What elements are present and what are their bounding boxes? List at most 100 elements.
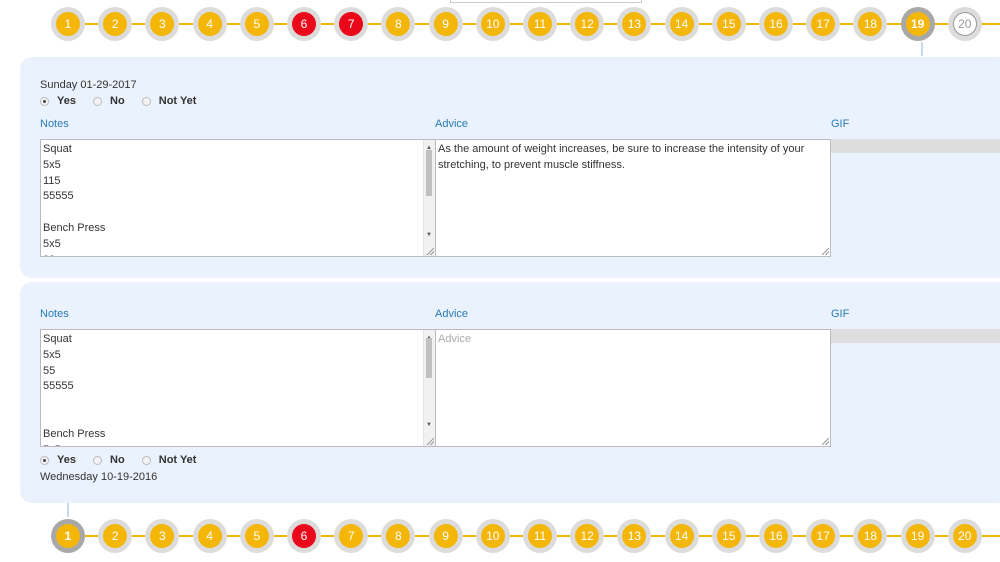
scroll-thumb[interactable] <box>426 338 432 378</box>
completion-radio-group: Yes No Not Yet <box>40 454 210 468</box>
timeline-node[interactable]: 7 <box>334 7 369 41</box>
timeline-node[interactable]: 4 <box>192 7 227 41</box>
timeline-node-label: 9 <box>433 524 458 548</box>
radio-no[interactable]: No <box>93 454 125 466</box>
timeline-node-label: 2 <box>103 524 128 548</box>
timeline-node[interactable]: 18 <box>853 519 888 553</box>
resize-grip-icon[interactable] <box>427 438 434 445</box>
resize-grip-icon[interactable] <box>822 438 829 445</box>
timeline-node-label: 19 <box>905 12 930 36</box>
radio-dot <box>141 96 151 106</box>
timeline-node-label: 6 <box>292 12 316 36</box>
resize-grip-icon[interactable] <box>427 248 434 255</box>
timeline-node[interactable]: 19 <box>900 7 935 41</box>
timeline-connector <box>921 42 923 56</box>
timeline-node-label: 14 <box>669 12 694 36</box>
timeline-node[interactable]: 20 <box>947 7 982 41</box>
advice-label: Advice <box>435 118 469 130</box>
timeline-node[interactable]: 10 <box>475 7 510 41</box>
timeline-node[interactable]: 12 <box>570 7 605 41</box>
completion-radio-group: Yes No Not Yet <box>40 95 210 109</box>
timeline-node-label: 3 <box>150 524 175 548</box>
timeline-node[interactable]: 1 <box>51 519 85 553</box>
timeline-node[interactable]: 14 <box>664 7 699 41</box>
timeline-node-label: 13 <box>622 12 647 36</box>
notes-scrollbar[interactable]: ▲ ▼ <box>423 330 435 446</box>
timeline-node-label: 11 <box>528 524 552 548</box>
timeline-node-label: 5 <box>244 524 269 548</box>
notes-label: Notes <box>40 308 69 320</box>
timeline-node-label: 13 <box>622 524 647 548</box>
timeline-node[interactable]: 19 <box>900 519 935 553</box>
timeline-node[interactable]: 16 <box>759 7 793 41</box>
timeline-node[interactable]: 10 <box>475 519 510 553</box>
timeline-node[interactable]: 7 <box>334 519 369 553</box>
entry-date: Wednesday 10-19-2016 <box>40 471 158 483</box>
timeline-node-label: 20 <box>952 524 977 548</box>
notes-textarea[interactable]: Squat 5x5 115 55555 Bench Press 5x5 90 ▲… <box>40 139 436 257</box>
timeline-node-label: 2 <box>103 12 128 36</box>
timeline-node[interactable]: 14 <box>664 519 699 553</box>
gif-bar <box>831 139 1000 153</box>
radio-no[interactable]: No <box>93 95 125 107</box>
timeline-node[interactable]: 6 <box>287 519 321 553</box>
timeline-node-label: 15 <box>716 524 741 548</box>
timeline-node[interactable]: 17 <box>806 7 841 41</box>
timeline-node[interactable]: 15 <box>711 519 746 553</box>
timeline-node-label: 12 <box>575 524 600 548</box>
timeline-node[interactable]: 20 <box>947 519 982 553</box>
timeline-node[interactable]: 3 <box>145 7 180 41</box>
timeline-node-label: 7 <box>339 524 364 548</box>
timeline-node[interactable]: 4 <box>192 519 227 553</box>
timeline-node-label: 4 <box>197 524 222 548</box>
radio-not-yet[interactable]: Not Yet <box>141 454 196 466</box>
timeline-node-label: 11 <box>528 12 552 36</box>
timeline-node-label: 1 <box>56 524 80 548</box>
timeline-node[interactable]: 13 <box>617 519 652 553</box>
timeline-node[interactable]: 17 <box>806 519 841 553</box>
timeline-node[interactable]: 12 <box>570 519 605 553</box>
advice-textarea[interactable]: As the amount of weight increases, be su… <box>435 139 831 257</box>
timeline-node[interactable]: 11 <box>523 519 557 553</box>
timeline-node[interactable]: 9 <box>428 7 463 41</box>
timeline-node[interactable]: 2 <box>98 7 133 41</box>
timeline-node-label: 7 <box>339 12 364 36</box>
scroll-down-icon[interactable]: ▼ <box>426 418 432 434</box>
radio-yes[interactable]: Yes <box>40 95 76 107</box>
timeline-node[interactable]: 5 <box>239 7 274 41</box>
advice-label: Advice <box>435 308 469 320</box>
radio-dot <box>40 455 49 465</box>
timeline-node-label: 8 <box>386 12 411 36</box>
timeline-node[interactable]: 8 <box>381 7 416 41</box>
resize-grip-icon[interactable] <box>822 248 829 255</box>
timeline-node[interactable]: 8 <box>381 519 416 553</box>
timeline-node[interactable]: 16 <box>759 519 793 553</box>
timeline-node[interactable]: 6 <box>287 7 321 41</box>
timeline-node-label: 1 <box>56 12 80 36</box>
radio-label: No <box>110 454 125 466</box>
advice-textarea[interactable]: Advice <box>435 329 831 447</box>
entry-card-1: Sunday 01-29-2017 Yes No Not Yet Notes A… <box>20 57 1000 278</box>
timeline-node[interactable]: 11 <box>523 7 557 41</box>
timeline-node[interactable]: 15 <box>711 7 746 41</box>
notes-textarea[interactable]: Squat 5x5 55 55555 Bench Press 5x5 ▲ ▼ <box>40 329 436 447</box>
notes-text: Squat 5x5 55 55555 Bench Press 5x5 <box>43 333 106 446</box>
timeline-node[interactable]: 3 <box>145 519 180 553</box>
notes-scrollbar[interactable]: ▲ ▼ <box>423 140 435 256</box>
timeline-node[interactable]: 1 <box>51 7 85 41</box>
timeline-node[interactable]: 2 <box>98 519 133 553</box>
timeline-node[interactable]: 13 <box>617 7 652 41</box>
timeline-node-label: 18 <box>858 12 883 36</box>
timeline-node-label: 20 <box>952 12 977 36</box>
scroll-down-icon[interactable]: ▼ <box>426 228 432 244</box>
scroll-thumb[interactable] <box>426 150 432 196</box>
top-timeline: 1 2 3 4 5 6 7 8 9 10 11 12 13 14 15 16 17 18 19 20 <box>0 2 1000 46</box>
radio-not-yet[interactable]: Not Yet <box>141 95 196 107</box>
timeline-node[interactable]: 18 <box>853 7 888 41</box>
advice-placeholder: Advice <box>438 333 472 345</box>
top-timeline-nodes: 1 2 3 4 5 6 7 8 9 10 11 12 13 14 15 16 17 18 19 20 <box>0 2 1000 46</box>
radio-yes[interactable]: Yes <box>40 454 76 466</box>
timeline-node[interactable]: 9 <box>428 519 463 553</box>
timeline-node[interactable]: 5 <box>239 519 274 553</box>
timeline-node-label: 10 <box>480 524 505 548</box>
